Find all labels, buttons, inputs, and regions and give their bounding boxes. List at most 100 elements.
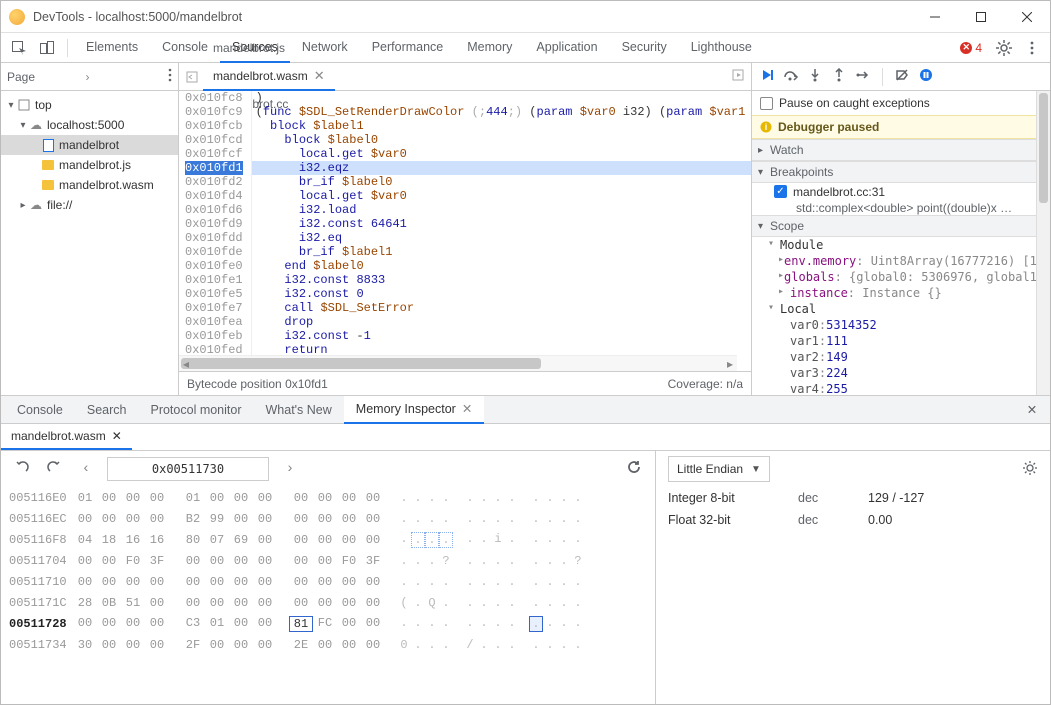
scope-local[interactable]: ▾Local [752,301,1050,317]
memory-ascii[interactable]: . [425,554,439,568]
memory-byte[interactable]: 00 [361,512,385,526]
step-into-icon[interactable] [804,68,826,85]
memory-byte[interactable]: 00 [361,616,385,632]
code-line[interactable]: i32.const 8833 [252,273,751,287]
memory-ascii[interactable]: . [463,575,477,589]
memory-ascii[interactable]: . [491,638,505,652]
memory-row[interactable]: 005117040000F03F000000000000F03F...?....… [1,550,655,571]
memory-row[interactable]: 005116F8041816168007690000000000......i.… [1,529,655,550]
gutter-address[interactable]: 0x010fe7 [185,301,243,315]
gutter-address[interactable]: 0x010fc8 [185,91,243,105]
memory-ascii[interactable]: . [571,491,585,505]
file-tab[interactable]: mandelbrot.wasm✕ [203,63,335,91]
memory-ascii[interactable]: . [505,532,519,548]
code-editor[interactable]: 0x010fc80x010fc90x010fcb0x010fcd0x010fcf… [179,91,751,355]
memory-byte[interactable]: 00 [289,596,313,610]
gutter-address[interactable]: 0x010fea [185,315,243,329]
scope-local-item[interactable]: var1: 111 [752,333,1050,349]
memory-byte[interactable]: F0 [337,554,361,568]
scope-module-item[interactable]: ▸instance: Instance {} [752,285,1050,301]
scrollbar-thumb[interactable] [181,358,541,369]
pause-on-caught-exceptions[interactable]: Pause on caught exceptions [752,91,1050,115]
memory-ascii[interactable]: . [411,532,425,548]
memory-byte[interactable]: 00 [121,616,145,632]
memory-ascii[interactable]: . [491,491,505,505]
navigator-tab-page[interactable]: Page [7,70,86,84]
code-line[interactable]: i32.const 0 [252,287,751,301]
memory-ascii[interactable]: . [529,596,543,610]
memory-ascii[interactable]: . [477,616,491,632]
memory-ascii[interactable]: . [543,512,557,526]
memory-ascii[interactable]: . [439,532,453,548]
section-breakpoints[interactable]: ▾Breakpoints [752,161,1050,183]
memory-byte[interactable]: 00 [313,596,337,610]
memory-ascii[interactable]: . [439,575,453,589]
memory-byte[interactable]: 00 [145,512,169,526]
code-line[interactable]: call $SDL_SetError [252,301,751,315]
code-line[interactable]: (func $SDL_SetRenderDrawColor (;444;) (p… [252,105,751,119]
memory-byte[interactable]: 00 [361,533,385,547]
code-line[interactable]: local.get $var0 [252,189,751,203]
memory-ascii[interactable]: . [477,532,491,548]
memory-byte[interactable]: FC [313,616,337,632]
memory-ascii[interactable]: . [571,575,585,589]
memory-ascii[interactable]: . [439,616,453,632]
memory-ascii[interactable]: . [529,575,543,589]
code-line[interactable]: local.get $var0 [252,147,751,161]
window-close-button[interactable] [1004,1,1050,33]
memory-ascii[interactable]: 0 [397,638,411,652]
memory-byte[interactable]: 18 [97,533,121,547]
gutter-address[interactable]: 0x010fd2 [185,175,243,189]
checkbox-unchecked[interactable] [760,97,773,110]
section-scope[interactable]: ▾Scope [752,215,1050,237]
memory-ascii[interactable]: . [529,532,543,548]
close-icon[interactable]: ✕ [462,401,472,416]
memory-ascii[interactable]: . [505,596,519,610]
memory-byte[interactable]: 51 [121,596,145,610]
memory-byte[interactable]: 00 [145,596,169,610]
run-snippet-icon[interactable] [727,69,749,84]
memory-byte[interactable]: 00 [121,638,145,652]
drawer-tab[interactable]: Protocol monitor [138,396,253,424]
panel-tab-elements[interactable]: Elements [74,33,150,63]
memory-ascii[interactable]: . [505,638,519,652]
memory-ascii[interactable]: . [425,638,439,652]
code-line[interactable]: i32.const 64641 [252,217,751,231]
memory-ascii[interactable]: . [543,554,557,568]
memory-byte[interactable]: 07 [205,533,229,547]
memory-ascii[interactable]: . [571,596,585,610]
code-line[interactable]: br_if $label0 [252,175,751,189]
memory-byte[interactable]: 00 [253,575,277,589]
memory-byte[interactable]: 00 [145,491,169,505]
memory-byte[interactable]: 00 [253,491,277,505]
drawer-close-button[interactable]: ✕ [1018,402,1046,417]
memory-byte[interactable]: 00 [205,575,229,589]
code-line[interactable]: br_if $label1 [252,245,751,259]
memory-byte[interactable]: 00 [145,638,169,652]
scope-module-item[interactable]: ▸env.memory: Uint8Array(16777216) [101, … [752,253,1050,269]
code-line[interactable]: end $label0 [252,259,751,273]
memory-byte[interactable]: 16 [145,533,169,547]
scope-local-item[interactable]: var0: 5314352 [752,317,1050,333]
gutter-address[interactable]: 0x010fcd [185,133,243,147]
memory-byte[interactable]: 00 [361,596,385,610]
code-line[interactable]: block $label0 [252,133,751,147]
memory-ascii[interactable]: . [543,616,557,632]
code-line[interactable]: drop [252,315,751,329]
memory-byte[interactable]: 2F [181,638,205,652]
memory-inspector-tab[interactable]: mandelbrot.wasm ✕ [1,423,132,450]
memory-ascii[interactable]: . [477,575,491,589]
memory-byte[interactable]: 00 [205,554,229,568]
memory-byte[interactable]: 00 [229,491,253,505]
memory-ascii[interactable]: . [529,512,543,526]
resume-icon[interactable] [756,68,778,85]
memory-ascii[interactable]: . [557,638,571,652]
memory-ascii[interactable]: . [505,575,519,589]
memory-ascii[interactable]: . [425,491,439,505]
memory-byte[interactable]: 00 [181,554,205,568]
memory-ascii[interactable]: . [397,491,411,505]
chevron-right-icon[interactable]: › [86,70,90,84]
tree-top[interactable]: ▾ top [1,95,178,115]
scope-module[interactable]: ▾Module [752,237,1050,253]
memory-ascii[interactable]: . [543,596,557,610]
